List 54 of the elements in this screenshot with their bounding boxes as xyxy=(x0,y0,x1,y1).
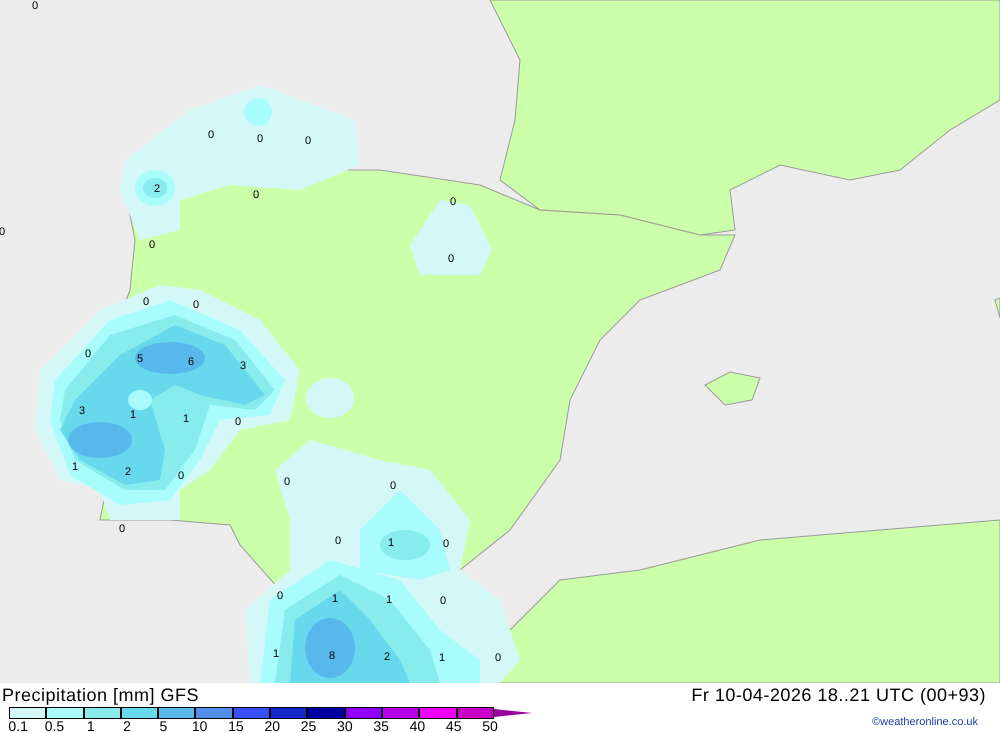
precipitation-value: 0 xyxy=(234,416,242,428)
precipitation-value: 5 xyxy=(136,353,144,365)
legend-tick-label: 15 xyxy=(227,719,245,733)
precipitation-value: 0 xyxy=(304,135,312,147)
precipitation-value: 0 xyxy=(284,476,290,488)
legend-tick-label: 0.5 xyxy=(44,719,66,733)
precipitation-value: 1 xyxy=(388,537,394,549)
precipitation-value: 0 xyxy=(440,595,446,607)
legend-tick-label: 20 xyxy=(263,719,282,733)
precipitation-value: 3 xyxy=(78,405,86,417)
precipitation-value: 1 xyxy=(72,461,78,473)
legend-tick-label: 0.1 xyxy=(7,719,29,733)
precipitation-value: 0 xyxy=(390,480,396,492)
legend-tick-label: 5 xyxy=(158,719,168,733)
legend-tick-label: 2 xyxy=(122,719,132,733)
legend-title: Precipitation [mm] GFS xyxy=(2,684,200,706)
precipitation-value: 1 xyxy=(386,594,392,606)
precipitation-value: 0 xyxy=(178,470,184,482)
precipitation-value: 0 xyxy=(448,253,454,265)
legend-tick-label: 45 xyxy=(444,719,462,733)
precipitation-value: 0 xyxy=(148,239,156,251)
precipitation-value: 3 xyxy=(240,360,246,372)
precipitation-value: 0 xyxy=(494,652,502,664)
precipitation-value: 0 xyxy=(118,523,126,535)
precipitation-value: 2 xyxy=(124,466,132,478)
precipitation-value: 0 xyxy=(252,189,260,201)
precipitation-value: 1 xyxy=(182,413,190,425)
precipitation-value: 2 xyxy=(384,651,390,663)
precipitation-value: 0 xyxy=(256,133,264,145)
legend-tick-label: 10 xyxy=(190,719,208,733)
legend-tick-label: 1 xyxy=(86,719,96,733)
credit-link[interactable]: ©weatheronline.co.uk xyxy=(872,716,978,728)
legend-tick-label: 35 xyxy=(372,719,390,733)
precipitation-value: 8 xyxy=(328,650,336,662)
precipitation-value: 1 xyxy=(438,652,446,664)
precipitation-value: 6 xyxy=(188,356,194,368)
precipitation-value: 0 xyxy=(192,299,200,311)
legend-tick-label: 25 xyxy=(300,719,318,733)
precipitation-value: 2 xyxy=(154,183,160,195)
precipitation-value: 1 xyxy=(272,648,280,660)
precipitation-value: 1 xyxy=(332,593,338,605)
legend-tick-label: 50 xyxy=(481,719,499,733)
precipitation-value: 0 xyxy=(276,590,284,602)
legend-tick-label: 40 xyxy=(408,719,426,733)
precipitation-value: 0 xyxy=(334,535,342,547)
legend-tick-label: 30 xyxy=(336,719,354,733)
precipitation-value: 1 xyxy=(130,409,136,421)
precipitation-value: 0 xyxy=(450,196,456,208)
precipitation-value: 0 xyxy=(142,296,150,308)
precipitation-value: 0 xyxy=(32,0,38,12)
precipitation-value: 0 xyxy=(442,538,450,550)
precipitation-value: 0 xyxy=(208,129,214,141)
precipitation-value: 0 xyxy=(84,348,92,360)
valid-time: Fr 10-04-2026 18..21 UTC (00+93) xyxy=(691,684,986,706)
